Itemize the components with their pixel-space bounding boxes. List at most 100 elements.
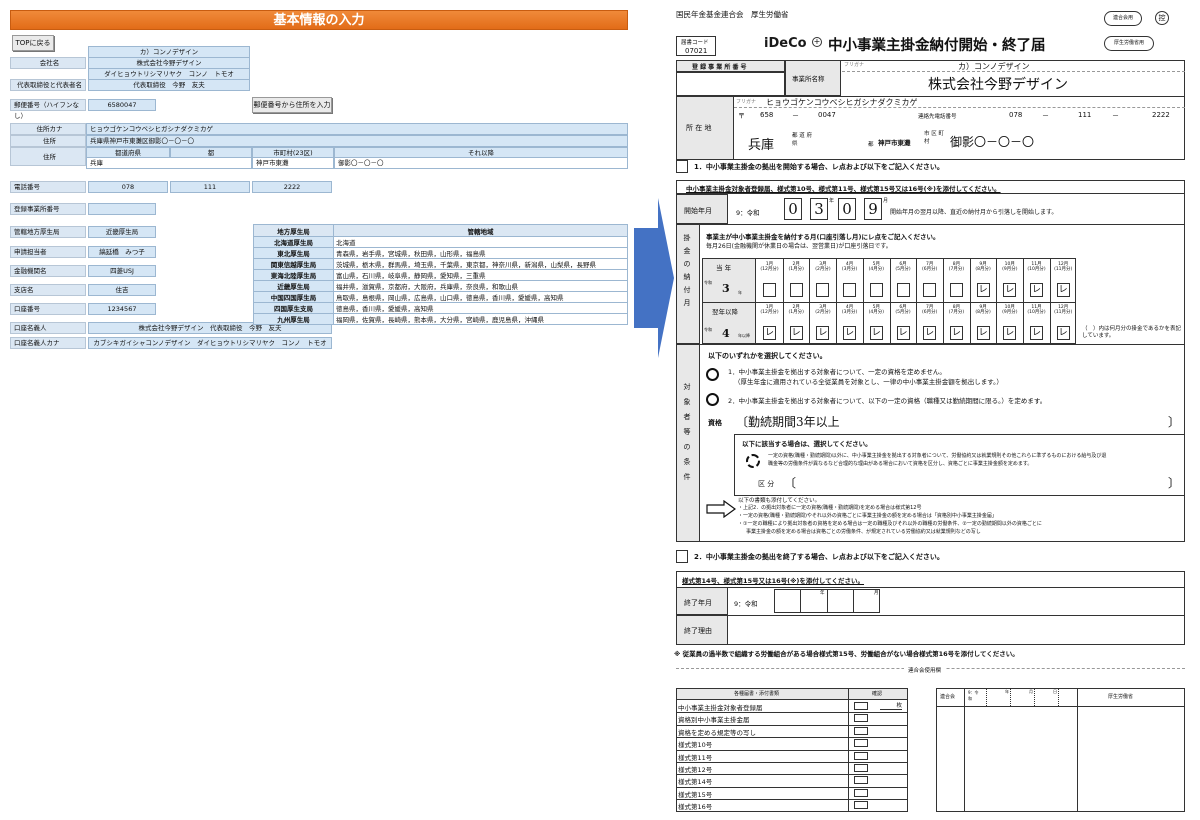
doc-count-unit: 枚 bbox=[880, 701, 902, 710]
month-checkbox-this-year[interactable] bbox=[789, 283, 803, 297]
addr-rest: 御影〇－〇－〇 bbox=[950, 135, 1035, 149]
month-checkbox-this-year[interactable] bbox=[949, 283, 963, 297]
addr-label: 住所 bbox=[10, 135, 86, 147]
rengokai-label: 連合会 bbox=[940, 694, 956, 700]
month-checkbox-this-year[interactable]: レ bbox=[1003, 283, 1017, 297]
month-checkbox-next-year[interactable]: レ bbox=[923, 326, 937, 340]
month-checkbox-next-year[interactable]: レ bbox=[763, 326, 776, 340]
applicant-field[interactable]: 縞延橋 みつ子 bbox=[88, 246, 156, 258]
month-checkbox-next-year[interactable]: レ bbox=[816, 326, 830, 340]
section2-band: 様式第14号、様式第15号又は16号(※)を添付してください。 bbox=[682, 577, 865, 585]
arrow-right-icon bbox=[634, 198, 674, 358]
attach-5: 事業主掛金の額を定める場合は資格ごとの労働条件、が規定されている労働協約又は就業… bbox=[746, 529, 981, 535]
end-era: 9：令和 bbox=[734, 600, 758, 608]
month-checkbox-this-year[interactable] bbox=[816, 283, 830, 297]
rep-name-field[interactable]: 代表取締役 今野 友夫 bbox=[88, 79, 250, 91]
month-header: 6月 (5月分) bbox=[895, 262, 911, 272]
month-checkbox-this-year[interactable] bbox=[763, 283, 776, 297]
biz-no-field[interactable] bbox=[88, 203, 156, 215]
phone-label: 電話番号 bbox=[10, 181, 86, 193]
bureau-table: 地方厚生局 管轄地域 北海道厚生局 北海道 東北厚生局 青森県，岩手県，宮城県，秋田県… bbox=[253, 224, 628, 325]
postal-lookup-button[interactable]: 郵便番号から住所を入力 bbox=[252, 97, 332, 113]
top-button[interactable]: TOPに戻る bbox=[12, 35, 54, 51]
phone-field-2[interactable]: 111 bbox=[170, 181, 250, 193]
month-checkbox-this-year[interactable]: レ bbox=[976, 283, 990, 297]
option2-radio[interactable] bbox=[706, 393, 719, 406]
month-checkbox-next-year[interactable]: レ bbox=[1056, 326, 1070, 340]
addr-full-field[interactable]: 兵庫県神戸市東灘区御影〇－〇－〇 bbox=[86, 135, 628, 147]
bank-field[interactable]: 四菱USJ bbox=[88, 265, 156, 277]
addr-kana-field[interactable]: ヒョウゴケンコウベシヒガシナダクミカゲ bbox=[86, 123, 628, 135]
addr-rest-field[interactable]: 御影〇－〇－〇 bbox=[334, 157, 628, 169]
pref-suffix: 都 道 府 県 bbox=[792, 133, 812, 147]
doc-confirm-checkbox[interactable] bbox=[854, 702, 868, 710]
month-header: 6月 (5月分) bbox=[895, 305, 911, 315]
month-checkbox-next-year[interactable]: レ bbox=[869, 326, 883, 340]
month-checkbox-this-year[interactable] bbox=[843, 283, 857, 297]
month-checkbox-next-year[interactable]: レ bbox=[1030, 326, 1043, 340]
attach-2: ・上記2．の拠出対象者に一定の資格(職種・勤続期間)を定める場合は様式第12号 bbox=[738, 505, 922, 511]
doc-item: 中小事業主掛金対象者登録届 bbox=[678, 704, 763, 712]
bureau-name: 中国四国厚生局 bbox=[253, 291, 334, 303]
month-checkbox-this-year[interactable]: レ bbox=[1056, 283, 1070, 297]
addr-kana-label: 住所カナ bbox=[10, 123, 86, 135]
bureau-region: 北海道 bbox=[333, 236, 628, 248]
month-checkbox-this-year[interactable] bbox=[869, 283, 883, 297]
month-checkbox-next-year[interactable]: レ bbox=[896, 326, 910, 340]
start-note: 開始年月の翌月以降、直近の納付月から引落しを開始します。 bbox=[890, 209, 1058, 216]
addr-pref-field[interactable]: 兵庫 bbox=[86, 157, 252, 169]
section1-checkbox[interactable] bbox=[676, 160, 688, 173]
doc-confirm-checkbox[interactable] bbox=[854, 788, 868, 797]
month-checkbox-this-year[interactable] bbox=[923, 283, 937, 297]
addr-label: 所 在 地 bbox=[686, 124, 712, 132]
option1-radio[interactable] bbox=[706, 368, 719, 381]
month-checkbox-this-year[interactable] bbox=[896, 283, 910, 297]
target-side-label: 対 象 者 等 の 条 件 bbox=[683, 383, 691, 481]
account-field[interactable]: 1234567 bbox=[88, 303, 156, 315]
start-digit-1[interactable]: 0 bbox=[784, 198, 802, 220]
month-checkbox-next-year[interactable]: レ bbox=[843, 326, 857, 340]
month-checkbox-next-year[interactable]: レ bbox=[789, 326, 803, 340]
bureau-field[interactable]: 近畿厚生局 bbox=[88, 226, 156, 238]
start-digit-2[interactable]: 3 bbox=[810, 198, 828, 220]
doc-confirm-checkbox[interactable] bbox=[854, 764, 868, 772]
doc-confirm-checkbox[interactable] bbox=[854, 801, 868, 810]
phone-field-1[interactable]: 078 bbox=[88, 181, 168, 193]
ideco-logo: iDeCo bbox=[764, 36, 807, 51]
month-checkbox-this-year[interactable]: レ bbox=[1030, 283, 1043, 297]
bureau-name: 関東信越厚生局 bbox=[253, 258, 334, 270]
doc-confirm-checkbox[interactable] bbox=[854, 714, 868, 723]
month-checkbox-next-year[interactable]: レ bbox=[1003, 326, 1017, 340]
doc-confirm-checkbox[interactable] bbox=[854, 739, 868, 748]
postal-field[interactable]: 6580047 bbox=[88, 99, 156, 111]
month-checkbox-next-year[interactable]: レ bbox=[949, 326, 963, 340]
doc-item: 様式第11号 bbox=[678, 753, 713, 762]
qual-radio[interactable] bbox=[746, 454, 760, 468]
month-header: 10月 (9月分) bbox=[1002, 305, 1018, 315]
paren-note: （ ）内は何月分の掛金であるかを表記しています。 bbox=[1082, 326, 1181, 339]
month-header: 2月 (1月分) bbox=[788, 262, 804, 272]
doc-confirm-checkbox[interactable] bbox=[854, 751, 868, 760]
qual-label: 資格 bbox=[708, 419, 722, 427]
phone-field-3[interactable]: 2222 bbox=[252, 181, 332, 193]
holder-kana-field[interactable]: カブシキガイシャコンノデザイン ダイヒョウトリシマリヤク コンノ トモオ bbox=[88, 337, 332, 349]
bureau-row: 東海北陸厚生局 富山県，石川県，岐阜県，静岡県，愛知県，三重県 bbox=[253, 269, 628, 281]
month-checkbox-next-year[interactable]: レ bbox=[976, 326, 990, 340]
next-year-value: 4 bbox=[722, 327, 730, 340]
doc-item: 様式第10号 bbox=[678, 741, 713, 750]
bureau-name: 四国厚生支局 bbox=[253, 302, 334, 314]
doc-item: 様式第14号 bbox=[678, 778, 713, 787]
branch-field[interactable]: 住吉 bbox=[88, 284, 156, 296]
month-header: 3月 (2月分) bbox=[815, 262, 831, 272]
reg-no-field[interactable] bbox=[676, 72, 785, 96]
qual-value[interactable]: 〔勤続期間3年以上 bbox=[736, 413, 840, 430]
start-digit-3[interactable]: 0 bbox=[838, 198, 856, 220]
pay-side-label: 掛 金 の 納 付 月 bbox=[683, 234, 691, 307]
doc-confirm-checkbox[interactable] bbox=[854, 776, 868, 785]
zip-mark: 〒 bbox=[738, 112, 745, 120]
start-digit-4[interactable]: 9 bbox=[864, 198, 882, 220]
doc-confirm-checkbox[interactable] bbox=[854, 726, 868, 735]
section2-checkbox[interactable] bbox=[676, 550, 688, 563]
bureau-row: 北海道厚生局 北海道 bbox=[253, 236, 628, 248]
addr-city-field[interactable]: 神戸市東灘 bbox=[252, 157, 334, 169]
